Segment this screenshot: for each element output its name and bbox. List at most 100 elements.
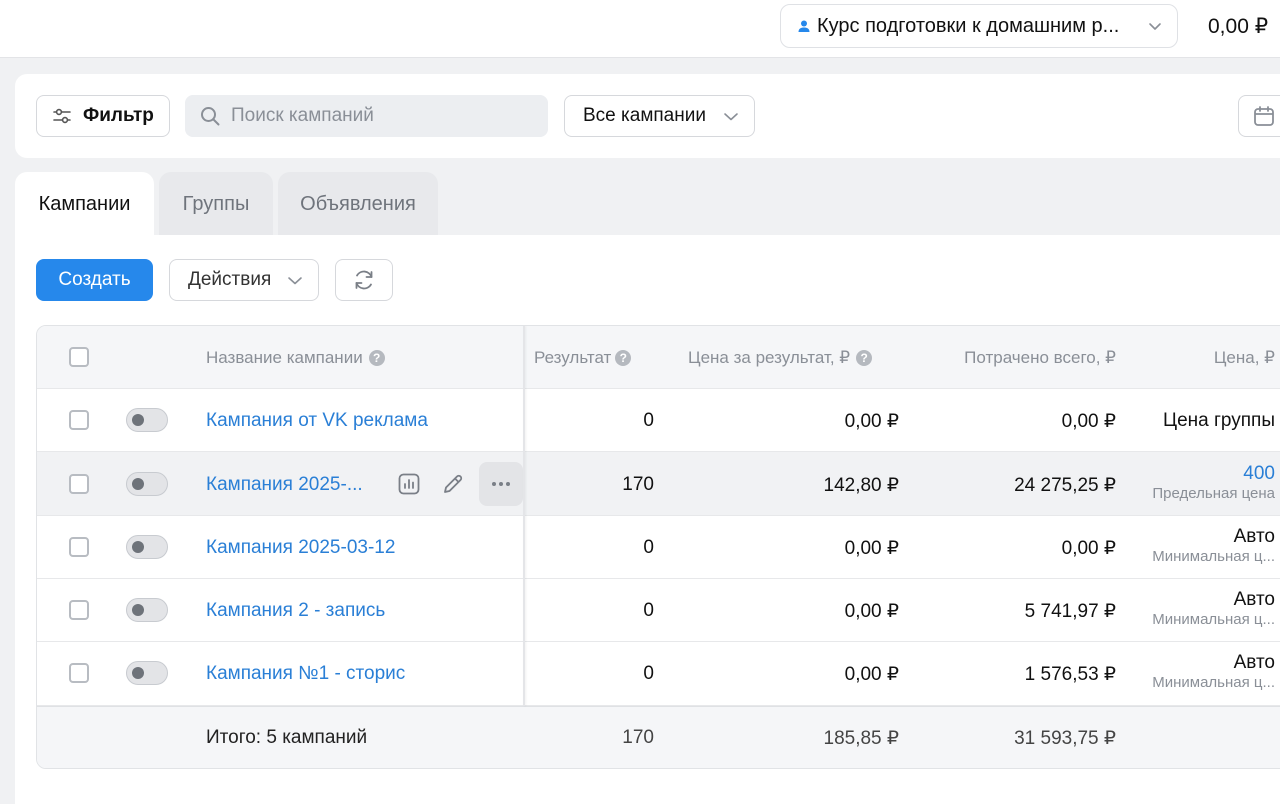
- person-icon: [798, 20, 810, 32]
- tab-ads[interactable]: Объявления: [278, 172, 438, 236]
- filter-bar: Фильтр Все кампании: [15, 74, 1280, 158]
- campaign-name-link[interactable]: Кампания 2 - запись: [206, 600, 385, 622]
- row-checkbox[interactable]: [69, 537, 89, 557]
- calendar-icon: [1254, 106, 1274, 126]
- cell-result: 0: [643, 410, 654, 431]
- tab-campaigns[interactable]: Кампании: [15, 172, 154, 236]
- cell-result: 0: [643, 600, 654, 621]
- refresh-button[interactable]: [335, 259, 393, 301]
- chevron-down-icon: [1149, 23, 1161, 30]
- bid-value: Авто: [1233, 526, 1275, 547]
- table-row[interactable]: Кампания 2025-... 170 142,80 ₽ 24 275,25…: [37, 452, 1280, 516]
- actions-label: Действия: [188, 269, 272, 290]
- sliders-icon: [53, 108, 71, 124]
- select-all-checkbox[interactable]: [69, 347, 89, 367]
- stats-button[interactable]: [387, 462, 431, 506]
- cell-price-per-result: 0,00 ₽: [844, 538, 899, 559]
- account-selector[interactable]: Курс подготовки к домашним р...: [780, 4, 1178, 48]
- bid-strategy: Минимальная ц...: [1152, 548, 1275, 565]
- help-icon[interactable]: ?: [615, 350, 632, 366]
- campaign-select[interactable]: Все кампании: [564, 95, 755, 137]
- campaign-toggle[interactable]: [126, 472, 168, 496]
- edit-button[interactable]: [431, 462, 475, 506]
- cell-bid: Авто Минимальная ц...: [1152, 652, 1275, 691]
- campaign-toggle[interactable]: [126, 408, 168, 432]
- row-checkbox[interactable]: [69, 410, 89, 430]
- sticky-column-divider: [523, 326, 525, 706]
- tab-groups[interactable]: Группы: [159, 172, 273, 236]
- row-checkbox[interactable]: [69, 600, 89, 620]
- campaign-name-link[interactable]: Кампания 2025-03-12: [206, 537, 395, 559]
- table-row[interactable]: Кампания 2025-03-12 0 0,00 ₽ 0,00 ₽ Авто…: [37, 516, 1280, 579]
- header-bid[interactable]: Цена, ₽: [1214, 348, 1275, 368]
- header-result[interactable]: Результат?: [534, 348, 632, 368]
- top-bar: Курс подготовки к домашним р... 0,00 ₽: [0, 0, 1280, 58]
- campaigns-panel: Создать Действия Название кампании? Резу…: [15, 235, 1280, 804]
- cell-bid: Авто Минимальная ц...: [1152, 526, 1275, 565]
- cell-price-per-result: 0,00 ₽: [844, 411, 899, 432]
- chevron-down-icon: [724, 113, 738, 121]
- bar-chart-icon: [398, 473, 420, 495]
- campaign-name-link[interactable]: Кампания №1 - сторис: [206, 663, 405, 685]
- bid-strategy: Минимальная ц...: [1152, 611, 1275, 628]
- cell-spent: 24 275,25 ₽: [1014, 475, 1116, 496]
- cell-price-per-result: 0,00 ₽: [844, 601, 899, 622]
- cell-spent: 0,00 ₽: [1061, 538, 1116, 559]
- account-label: Курс подготовки к домашним р...: [817, 14, 1120, 37]
- table-header: Название кампании? Результат? Цена за ре…: [37, 326, 1280, 389]
- campaign-select-value: Все кампании: [583, 105, 706, 126]
- balance: 0,00 ₽: [1208, 15, 1269, 38]
- total-price-per-result: 185,85 ₽: [823, 728, 899, 749]
- row-checkbox[interactable]: [69, 474, 89, 494]
- bid-value: Авто: [1233, 589, 1275, 610]
- cell-spent: 5 741,97 ₽: [1024, 601, 1116, 622]
- row-checkbox[interactable]: [69, 663, 89, 683]
- bid-value: Авто: [1233, 652, 1275, 673]
- campaign-toggle[interactable]: [126, 661, 168, 685]
- cell-price-per-result: 142,80 ₽: [823, 475, 899, 496]
- filter-button[interactable]: Фильтр: [36, 95, 170, 137]
- chevron-down-icon: [288, 277, 302, 285]
- table-row[interactable]: Кампания №1 - сторис 0 0,00 ₽ 1 576,53 ₽…: [37, 642, 1280, 706]
- refresh-icon: [355, 270, 373, 290]
- header-name[interactable]: Название кампании?: [206, 348, 385, 368]
- cell-price-per-result: 0,00 ₽: [844, 664, 899, 685]
- more-horizontal-icon: [492, 482, 510, 486]
- row-actions: [387, 462, 523, 506]
- actions-dropdown[interactable]: Действия: [169, 259, 319, 301]
- cell-result: 170: [622, 474, 654, 495]
- cell-bid: Цена группы: [1163, 410, 1275, 431]
- cell-spent: 0,00 ₽: [1061, 411, 1116, 432]
- total-result: 170: [622, 727, 654, 748]
- create-button[interactable]: Создать: [36, 259, 153, 301]
- cell-result: 0: [643, 663, 654, 684]
- cell-bid: Авто Минимальная ц...: [1152, 589, 1275, 628]
- filter-label: Фильтр: [83, 105, 154, 126]
- campaigns-table: Название кампании? Результат? Цена за ре…: [36, 325, 1280, 769]
- campaign-name-link[interactable]: Кампания 2025-...: [206, 474, 363, 496]
- search-box[interactable]: [185, 95, 548, 137]
- header-spent[interactable]: Потрачено всего, ₽: [964, 348, 1116, 368]
- campaign-toggle[interactable]: [126, 535, 168, 559]
- table-row[interactable]: Кампания 2 - запись 0 0,00 ₽ 5 741,97 ₽ …: [37, 579, 1280, 642]
- total-spent: 31 593,75 ₽: [1014, 728, 1116, 749]
- campaign-toggle[interactable]: [126, 598, 168, 622]
- cell-bid: 400 Предельная цена: [1152, 463, 1275, 502]
- date-picker-button[interactable]: [1238, 95, 1280, 137]
- total-label: Итого: 5 кампаний: [206, 727, 368, 748]
- bid-strategy: Минимальная ц...: [1152, 674, 1275, 691]
- search-input[interactable]: [231, 105, 531, 127]
- cell-spent: 1 576,53 ₽: [1024, 664, 1116, 685]
- bid-strategy: Предельная цена: [1152, 485, 1275, 502]
- bid-value-link[interactable]: 400: [1152, 463, 1275, 485]
- table-total-row: Итого: 5 кампаний 170 185,85 ₽ 31 593,75…: [37, 706, 1280, 768]
- magnifier-icon: [201, 107, 220, 126]
- more-button[interactable]: [479, 462, 523, 506]
- help-icon[interactable]: ?: [368, 350, 385, 366]
- campaign-name-link[interactable]: Кампания от VK реклама: [206, 410, 428, 432]
- cell-result: 0: [643, 537, 654, 558]
- help-icon[interactable]: ?: [856, 350, 873, 366]
- table-row[interactable]: Кампания от VK реклама 0 0,00 ₽ 0,00 ₽ Ц…: [37, 389, 1280, 452]
- pencil-icon: [444, 474, 463, 493]
- header-price-per-result[interactable]: Цена за результат, ₽?: [688, 348, 873, 368]
